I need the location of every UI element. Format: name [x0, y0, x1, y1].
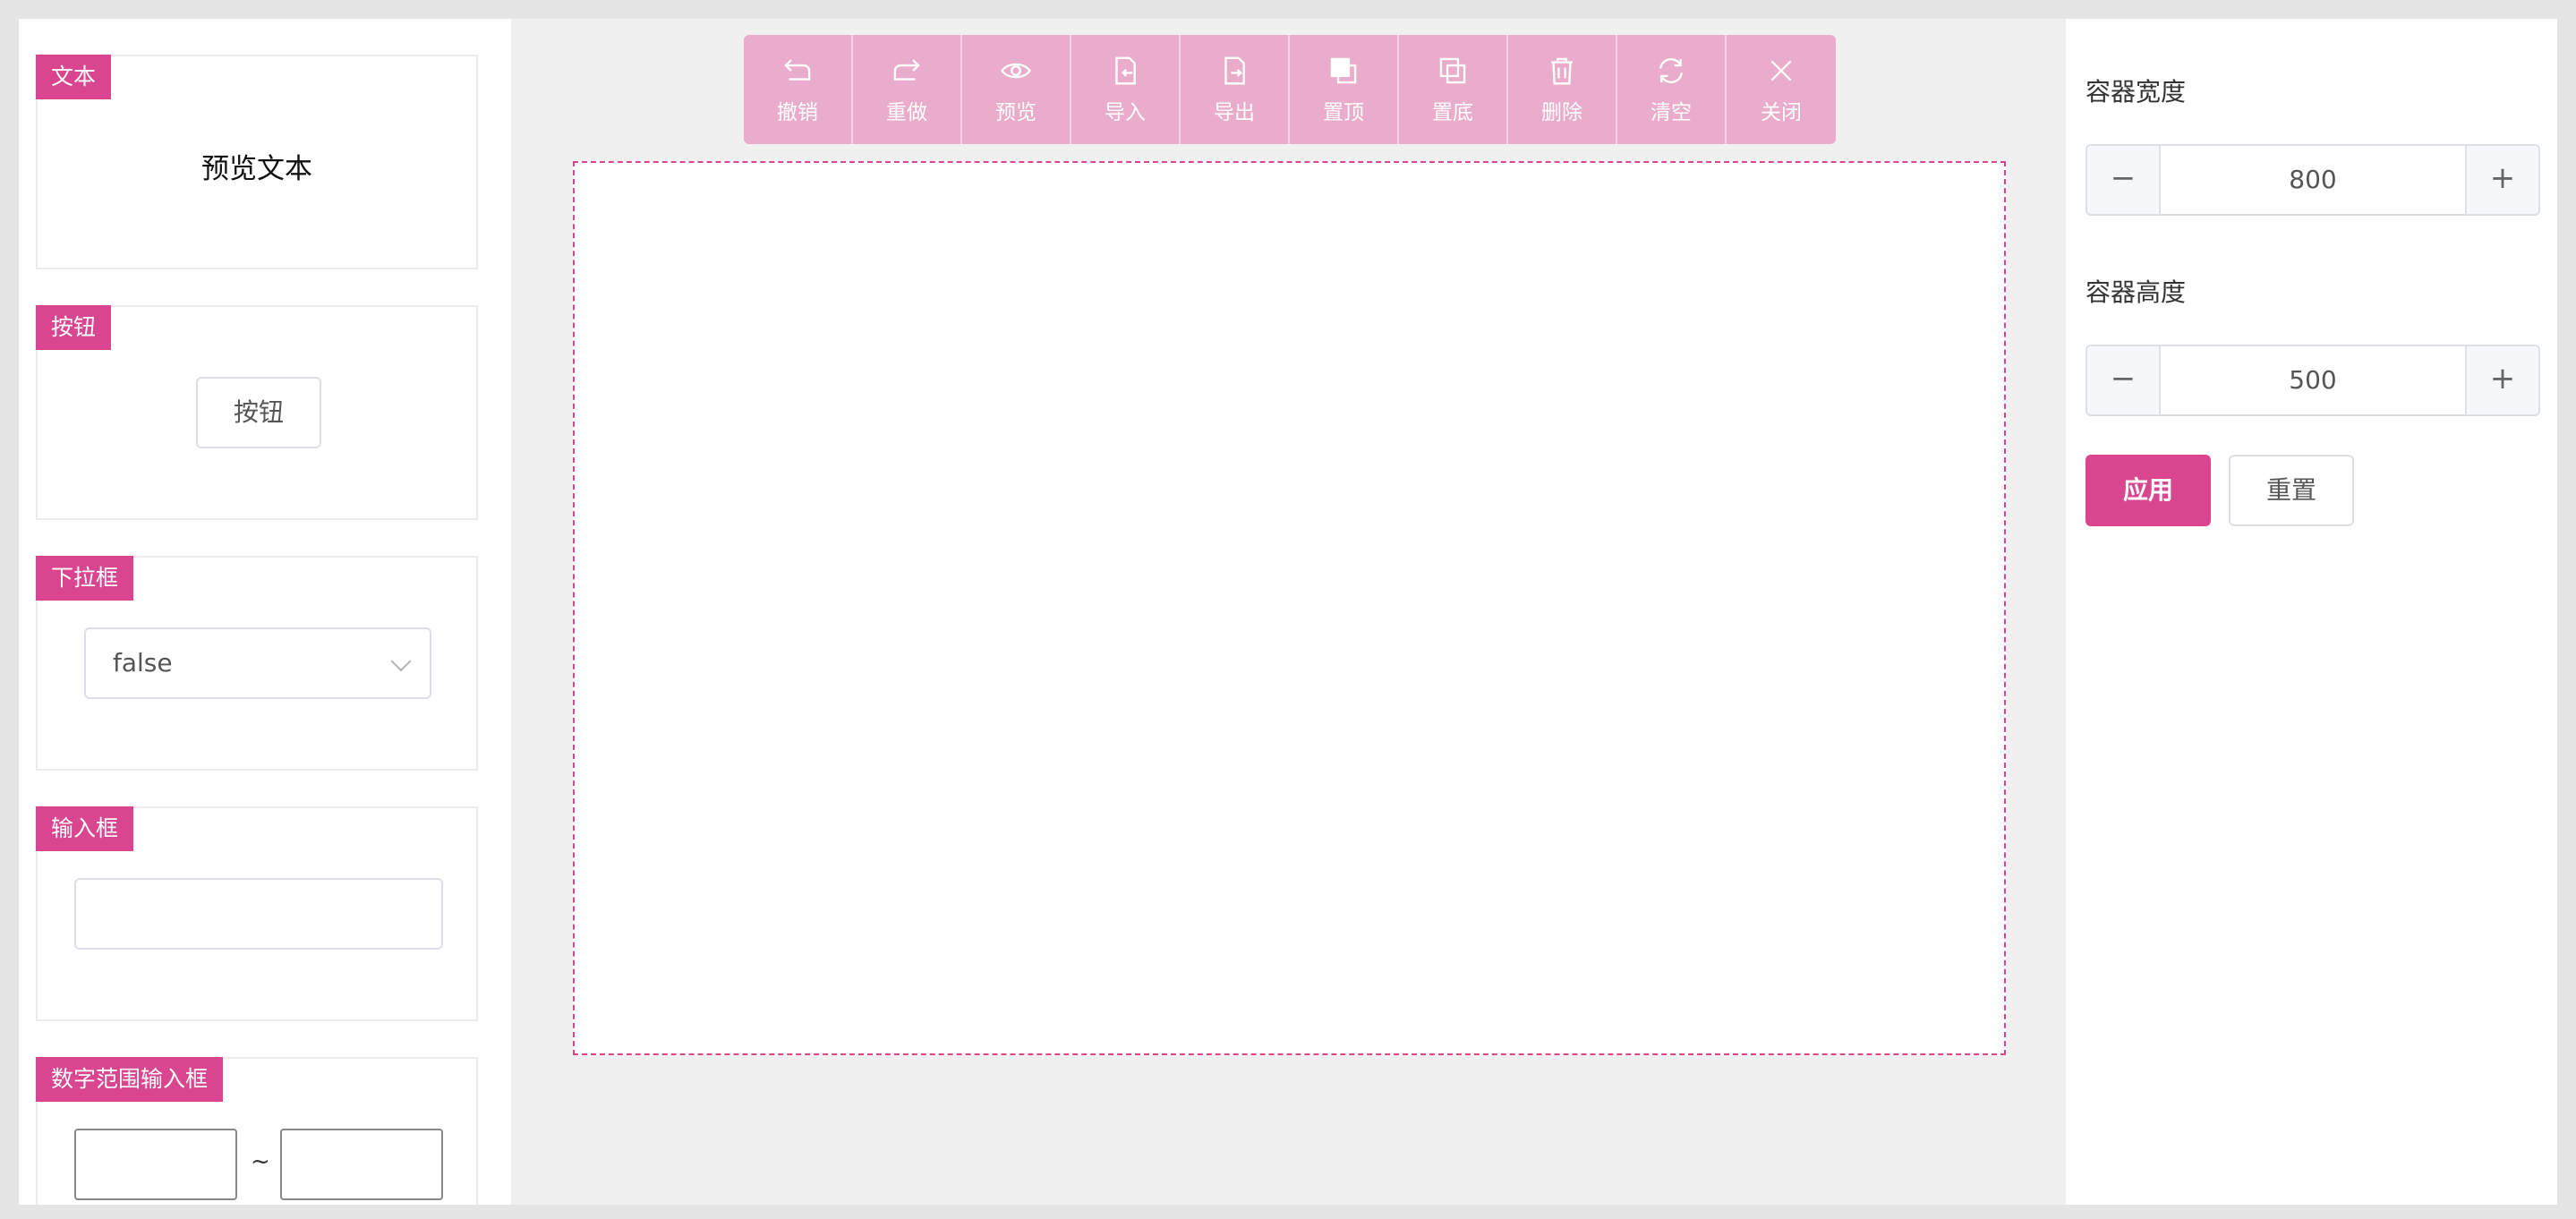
bring-to-front-icon: [1330, 57, 1357, 84]
bring-to-front-button[interactable]: 置顶: [1290, 35, 1399, 144]
width-decrease-button[interactable]: −: [2087, 146, 2161, 214]
refresh-icon: [1659, 58, 1684, 83]
clear-button[interactable]: 清空: [1617, 35, 1727, 144]
component-tag: 输入框: [36, 806, 134, 851]
select-value: false: [113, 648, 173, 678]
import-button[interactable]: 导入: [1071, 35, 1181, 144]
import-file-icon: [1115, 56, 1136, 85]
redo-label: 重做: [886, 101, 927, 124]
redo-button[interactable]: 重做: [853, 35, 962, 144]
undo-label: 撤销: [777, 101, 818, 124]
component-card-button[interactable]: 按钮 按钮: [36, 305, 478, 520]
preview-label: 预览: [995, 101, 1036, 124]
send-to-back-button[interactable]: 置底: [1399, 35, 1508, 144]
width-increase-button[interactable]: +: [2465, 146, 2538, 214]
eye-icon: [1001, 63, 1031, 79]
export-button[interactable]: 导出: [1181, 35, 1290, 144]
range-min-input[interactable]: [74, 1129, 237, 1200]
trash-icon: [1551, 57, 1573, 85]
close-label: 关闭: [1761, 101, 1802, 124]
container-width-label: 容器宽度: [2086, 77, 2187, 107]
height-value[interactable]: 500: [2161, 346, 2465, 414]
input-preview[interactable]: [74, 878, 443, 950]
component-card-number-range[interactable]: 数字范围输入框 ~: [36, 1057, 478, 1205]
undo-icon: [784, 59, 811, 81]
select-preview[interactable]: false: [84, 627, 431, 699]
width-value[interactable]: 800: [2161, 146, 2465, 214]
close-button[interactable]: 关闭: [1727, 35, 1836, 144]
redo-icon: [893, 59, 920, 81]
component-card-input[interactable]: 输入框: [36, 806, 478, 1021]
component-card-select[interactable]: 下拉框 false: [36, 556, 478, 771]
height-decrease-button[interactable]: −: [2087, 346, 2161, 414]
component-tag: 按钮: [36, 305, 112, 350]
properties-panel: 容器宽度 − 800 + 容器高度 − 500 + 应用 重置: [2066, 19, 2557, 1205]
height-increase-button[interactable]: +: [2465, 346, 2538, 414]
apply-button[interactable]: 应用: [2086, 455, 2211, 526]
send-to-back-label: 置底: [1432, 101, 1473, 124]
component-tag: 数字范围输入框: [36, 1057, 224, 1102]
container-height-label: 容器高度: [2086, 277, 2187, 307]
app-root: 文本 预览文本 按钮 按钮 下拉框 false 输入框 数字范围输入框 ~ 撤销…: [0, 0, 2576, 1219]
design-canvas[interactable]: [573, 161, 2006, 1055]
clear-label: 清空: [1651, 101, 1692, 124]
canvas-area: 撤销 重做 预览 导入 导出 置顶 置底 删除 清空 关闭: [511, 19, 2066, 1205]
preview-button[interactable]: 预览: [962, 35, 1071, 144]
delete-label: 删除: [1541, 101, 1582, 124]
undo-button[interactable]: 撤销: [744, 35, 853, 144]
close-icon: [1770, 60, 1792, 81]
range-separator: ~: [251, 1148, 270, 1175]
text-preview: 预览文本: [201, 153, 312, 185]
component-panel: 文本 预览文本 按钮 按钮 下拉框 false 输入框 数字范围输入框 ~: [19, 19, 511, 1205]
send-to-back-icon: [1439, 57, 1466, 84]
editor-toolbar: 撤销 重做 预览 导入 导出 置顶 置底 删除 清空 关闭: [744, 35, 1836, 144]
export-file-icon: [1224, 56, 1245, 85]
container-height-stepper[interactable]: − 500 +: [2086, 345, 2540, 416]
component-card-text[interactable]: 文本 预览文本: [36, 55, 478, 269]
import-label: 导入: [1105, 101, 1146, 124]
range-max-input[interactable]: [280, 1129, 443, 1200]
container-width-stepper[interactable]: − 800 +: [2086, 144, 2540, 216]
button-preview[interactable]: 按钮: [196, 377, 321, 448]
export-label: 导出: [1214, 101, 1255, 124]
component-tag: 文本: [36, 55, 112, 99]
bring-to-front-label: 置顶: [1323, 101, 1364, 124]
chevron-down-icon: [390, 651, 412, 672]
component-tag: 下拉框: [36, 556, 134, 601]
delete-button[interactable]: 删除: [1508, 35, 1617, 144]
reset-button[interactable]: 重置: [2229, 455, 2354, 526]
